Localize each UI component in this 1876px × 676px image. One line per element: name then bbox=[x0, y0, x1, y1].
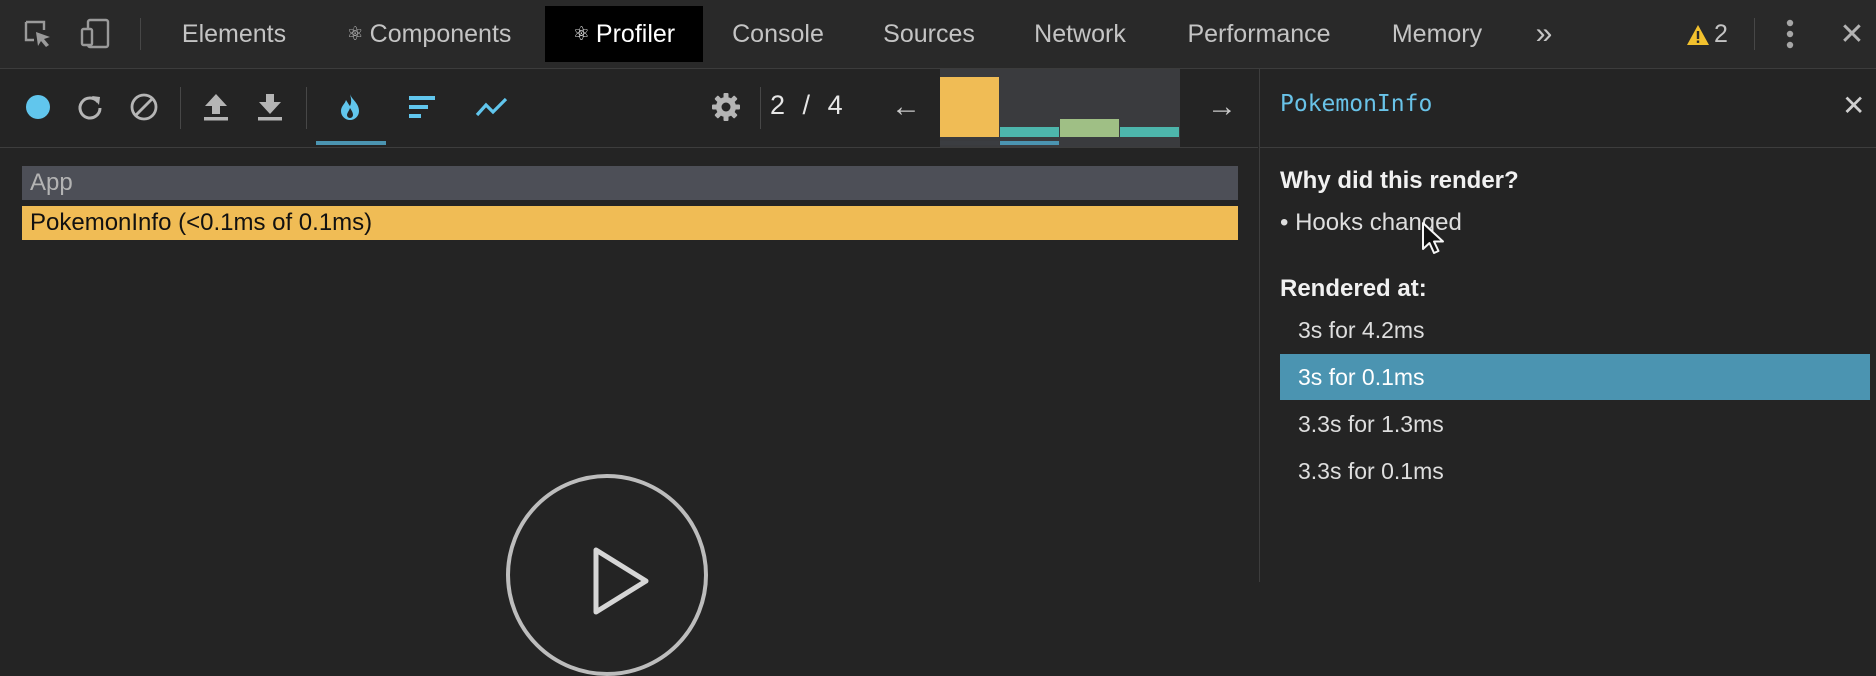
tab-label: Console bbox=[732, 19, 824, 48]
commit-bar[interactable] bbox=[1000, 127, 1059, 137]
load-profile-icon[interactable] bbox=[196, 87, 236, 127]
tab-network[interactable]: Network bbox=[1016, 6, 1144, 62]
render-item-label: 3.3s for 0.1ms bbox=[1298, 457, 1444, 484]
mouse-cursor-icon bbox=[1422, 222, 1444, 254]
react-atom-icon: ⚛ bbox=[346, 23, 364, 45]
device-toolbar-icon[interactable] bbox=[76, 14, 116, 54]
sidebar-header: PokemonInfo ✕ bbox=[1260, 69, 1876, 148]
render-item-label: 3s for 4.2ms bbox=[1298, 316, 1425, 343]
why-render-heading: Why did this render? bbox=[1280, 167, 1519, 194]
video-play-button-overlay[interactable] bbox=[506, 474, 708, 676]
commit-counter: 2 / 4 bbox=[770, 90, 844, 121]
toolbar-divider bbox=[140, 18, 141, 50]
render-item[interactable]: 3.3s for 1.3ms bbox=[1280, 401, 1870, 447]
clear-icon[interactable] bbox=[124, 87, 164, 127]
render-item-label: 3.3s for 1.3ms bbox=[1298, 410, 1444, 437]
warnings-badge[interactable]: 2 bbox=[1686, 20, 1728, 49]
arrow-left-icon: ← bbox=[891, 90, 921, 123]
commit-total: 4 bbox=[827, 90, 844, 120]
render-item-label: 3s for 0.1ms bbox=[1298, 363, 1425, 390]
tab-console[interactable]: Console bbox=[716, 6, 840, 62]
toolbar-divider bbox=[180, 87, 181, 129]
flamegraph-node-label: App bbox=[30, 169, 73, 196]
tab-label: Elements bbox=[181, 19, 287, 48]
flamegraph-icon[interactable] bbox=[330, 87, 370, 127]
tab-memory[interactable]: Memory bbox=[1376, 6, 1498, 62]
close-sidebar-icon[interactable]: ✕ bbox=[1842, 89, 1865, 122]
flamegraph-node-pokemoninfo[interactable]: PokemonInfo (<0.1ms of 0.1ms) bbox=[22, 206, 1238, 240]
toolbar-divider bbox=[760, 87, 761, 129]
play-icon bbox=[593, 547, 649, 615]
tab-elements[interactable]: Elements bbox=[158, 6, 310, 62]
active-view-indicator bbox=[316, 141, 386, 145]
commit-bar[interactable] bbox=[940, 77, 999, 137]
previous-commit-button[interactable]: ← bbox=[886, 87, 926, 127]
warning-icon bbox=[1687, 24, 1709, 45]
commit-selector-chart[interactable] bbox=[940, 69, 1180, 147]
commit-selected-underline bbox=[940, 141, 999, 145]
render-item[interactable]: 3s for 4.2ms bbox=[1280, 307, 1870, 353]
tab-label: Profiler bbox=[595, 19, 676, 48]
close-devtools-icon[interactable]: ✕ bbox=[1832, 14, 1872, 54]
more-options-icon[interactable] bbox=[1770, 14, 1810, 54]
flamegraph-node-label: PokemonInfo (<0.1ms of 0.1ms) bbox=[30, 209, 373, 236]
toolbar-divider bbox=[306, 87, 307, 129]
commit-hover-marker bbox=[1000, 141, 1059, 145]
rendered-at-heading: Rendered at: bbox=[1280, 275, 1427, 302]
flamegraph-node-app[interactable]: App bbox=[22, 166, 1238, 200]
tab-label: Performance bbox=[1187, 19, 1331, 48]
tab-sources[interactable]: Sources bbox=[866, 6, 992, 62]
ranked-chart-icon[interactable] bbox=[402, 87, 442, 127]
timeline-chart-icon[interactable] bbox=[472, 87, 512, 127]
tab-label: Components bbox=[369, 19, 512, 48]
commit-separator: / bbox=[802, 90, 812, 120]
next-commit-button[interactable]: → bbox=[1202, 87, 1242, 127]
devtools-tab-bar: Elements ⚛ Components ⚛ Profiler Console… bbox=[0, 0, 1876, 69]
save-profile-icon[interactable] bbox=[250, 87, 290, 127]
record-icon[interactable] bbox=[18, 87, 58, 127]
commit-bar[interactable] bbox=[1120, 127, 1179, 137]
selected-component-name: PokemonInfo bbox=[1280, 91, 1433, 117]
tab-performance[interactable]: Performance bbox=[1174, 6, 1344, 62]
arrow-right-icon: → bbox=[1207, 90, 1237, 123]
profiler-toolbar: 2 / 4 ← → bbox=[0, 69, 1258, 148]
component-details-sidebar: PokemonInfo ✕ Why did this render? • Hoo… bbox=[1259, 69, 1876, 582]
warning-count: 2 bbox=[1714, 20, 1728, 48]
tab-label: Sources bbox=[883, 19, 975, 48]
tab-components[interactable]: ⚛ Components bbox=[326, 6, 532, 62]
tab-profiler[interactable]: ⚛ Profiler bbox=[545, 6, 703, 62]
render-item[interactable]: 3s for 0.1ms bbox=[1280, 354, 1870, 400]
inspect-element-icon[interactable] bbox=[18, 14, 58, 54]
reload-and-profile-icon[interactable] bbox=[70, 87, 110, 127]
settings-icon[interactable] bbox=[706, 87, 746, 127]
render-item[interactable]: 3.3s for 0.1ms bbox=[1280, 448, 1870, 494]
react-atom-icon: ⚛ bbox=[572, 23, 590, 45]
commit-bar[interactable] bbox=[1060, 119, 1119, 137]
toolbar-divider bbox=[1754, 18, 1755, 50]
more-tabs-button[interactable]: » bbox=[1526, 6, 1562, 62]
tab-label: Network bbox=[1034, 19, 1126, 48]
tab-label: Memory bbox=[1391, 19, 1483, 48]
chevron-double-right-icon: » bbox=[1535, 17, 1553, 50]
commit-index: 2 bbox=[770, 90, 787, 120]
